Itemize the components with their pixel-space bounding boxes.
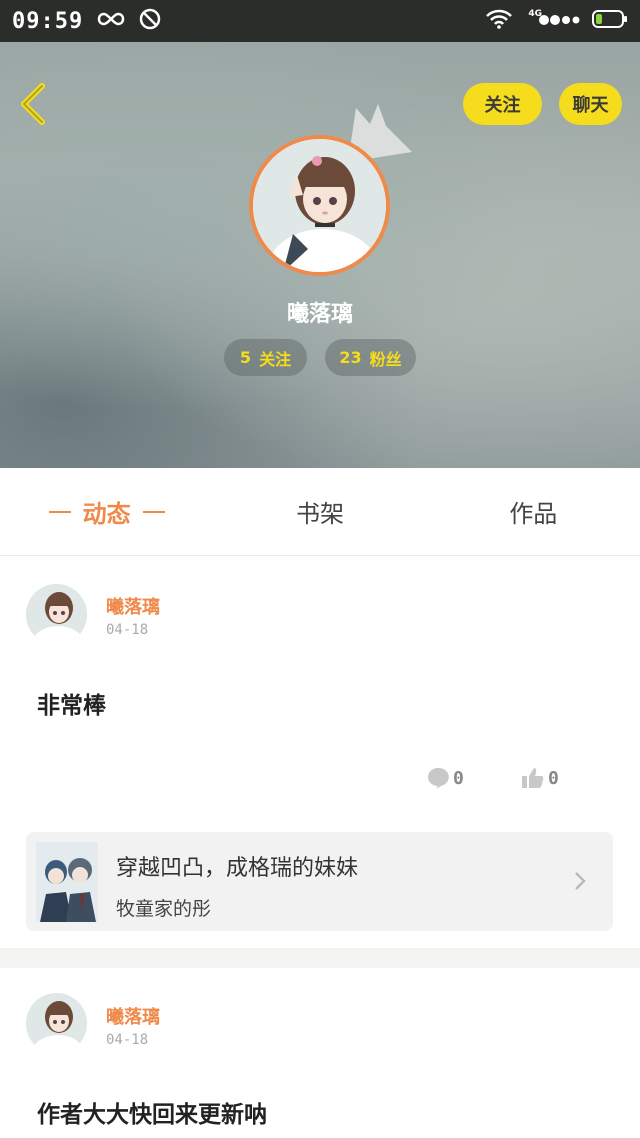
back-arrow-icon [21,83,45,125]
book-card[interactable]: 穿越凹凸，成格瑞的妹妹 牧童家的彤 [26,832,613,931]
fans-label: 粉丝 [369,349,402,369]
signal-icon [538,12,580,31]
profile-tabs: 动态 书架 作品 [0,468,640,556]
like-count: 0 [548,767,559,789]
status-time: 09:59 [12,8,84,34]
battery-icon [592,10,628,32]
post-date: 04-18 [106,1032,149,1048]
post-avatar[interactable] [26,584,87,645]
network-type: 4G [528,9,542,19]
status-bar: 09:59 4G [0,0,640,42]
book-cover-image [36,842,98,922]
post-text: 作者大大快回来更新呐 [37,1102,267,1128]
book-title: 穿越凹凸，成格瑞的妹妹 [116,856,359,881]
post-date: 04-18 [106,622,149,638]
tab-indicator-right [142,510,165,513]
like-action[interactable]: 0 [521,766,559,790]
avatar-image [26,584,87,645]
tab-activity[interactable]: 动态 [0,468,213,555]
profile-username: 曦落璃 [286,302,353,327]
post-divider [0,948,640,968]
following-count: 5 [239,348,252,367]
wifi-icon [486,9,513,33]
follow-button[interactable]: 关注 [463,83,542,125]
chat-button[interactable]: 聊天 [559,83,622,125]
post-avatar[interactable] [26,993,87,1054]
book-author: 牧童家的彤 [116,898,212,920]
following-stat[interactable]: 5 关注 [224,339,307,376]
fans-count: 23 [339,348,362,367]
back-button[interactable] [14,80,54,128]
book-cover [36,842,98,922]
tab-label: 书架 [295,500,344,528]
chevron-right-icon [573,870,587,896]
post-author[interactable]: 曦落璃 [106,1003,160,1029]
fans-stat[interactable]: 23 粉丝 [325,339,416,376]
comment-action[interactable]: 0 [426,766,464,790]
profile-avatar[interactable] [249,135,390,276]
post-author[interactable]: 曦落璃 [106,593,160,619]
thumbs-up-icon [522,768,544,788]
tab-label: 作品 [509,500,558,528]
comment-icon [428,767,449,789]
tab-bookshelf[interactable]: 书架 [213,468,426,555]
profile-header: 关注 聊天 曦落璃 5 关注 23 粉丝 [0,42,640,468]
avatar-image [253,139,386,272]
tab-indicator-left [48,510,71,513]
avatar-image [26,993,87,1054]
infinity-icon [97,11,125,31]
comment-count: 0 [453,767,464,789]
tab-label: 动态 [82,500,131,528]
tab-works[interactable]: 作品 [427,468,640,555]
do-not-disturb-icon [139,8,161,34]
post-text: 非常棒 [37,693,106,719]
following-label: 关注 [259,349,292,369]
